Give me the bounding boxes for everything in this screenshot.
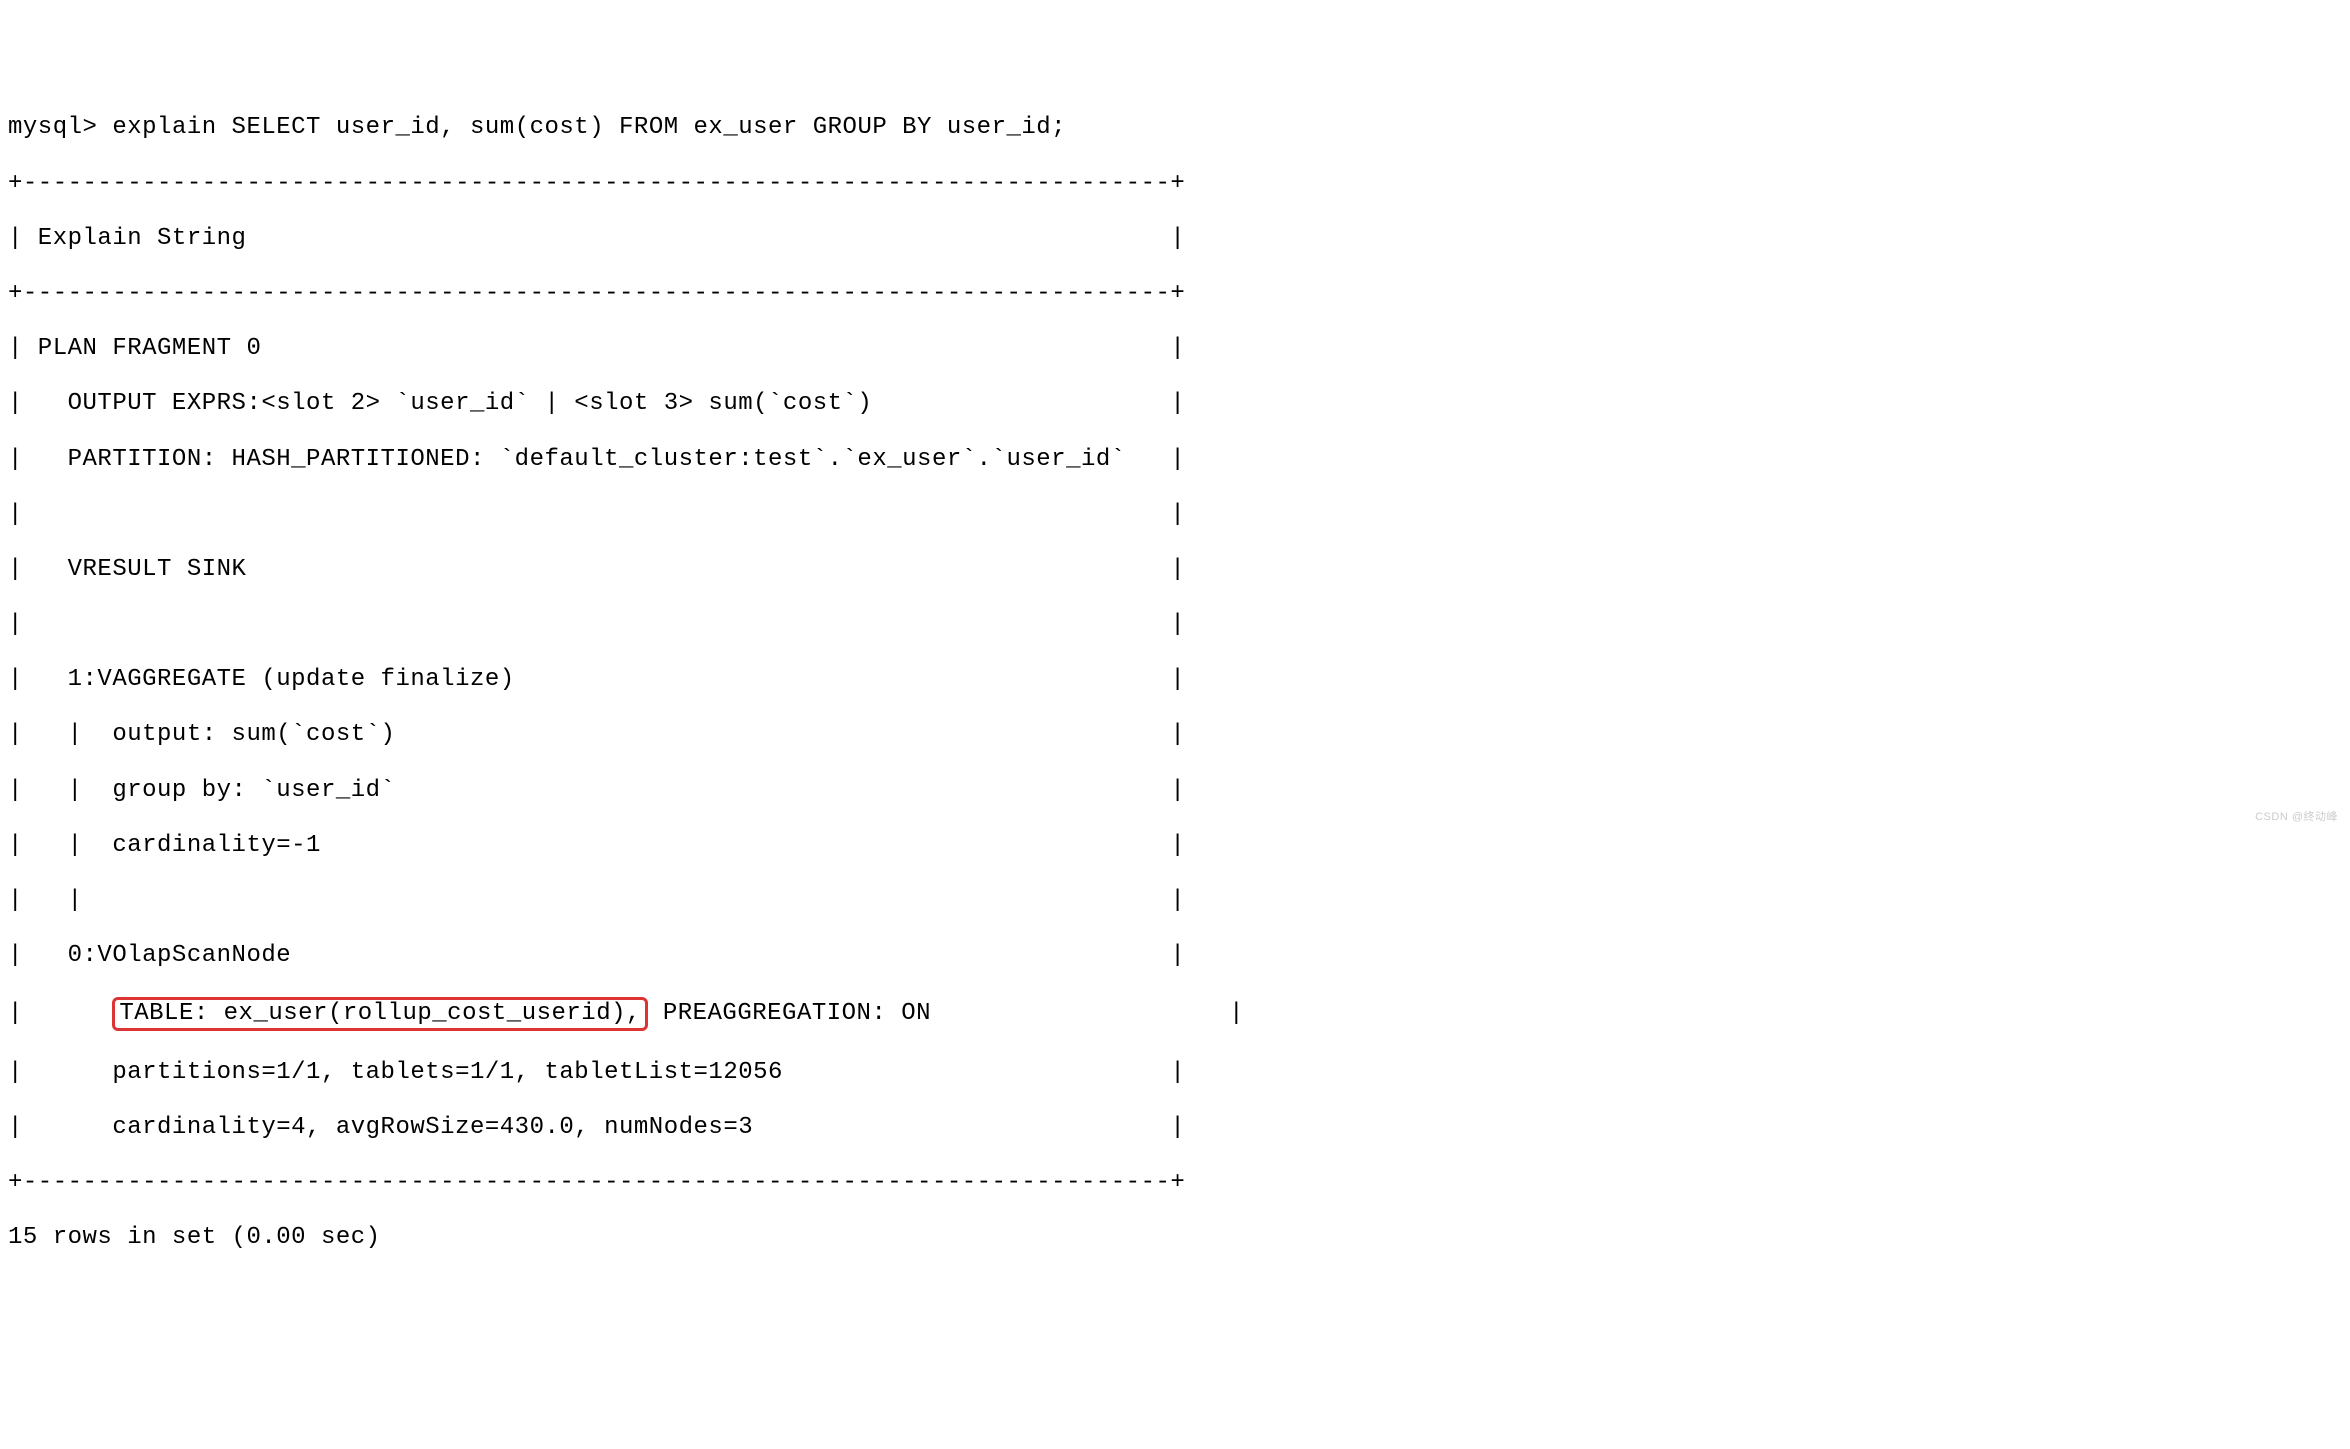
table-border-mid: +---------------------------------------… bbox=[8, 280, 2342, 308]
volapscannode: | 0:VOlapScanNode | bbox=[8, 942, 2342, 970]
plan-fragment: | PLAN FRAGMENT 0 | bbox=[8, 335, 2342, 363]
output-sum: | | output: sum(`cost`) | bbox=[8, 721, 2342, 749]
table-rollup-line: | TABLE: ex_user(rollup_cost_userid), PR… bbox=[8, 997, 2342, 1031]
output-exprs: | OUTPUT EXPRS:<slot 2> `user_id` | <slo… bbox=[8, 390, 2342, 418]
highlighted-table-rollup: TABLE: ex_user(rollup_cost_userid), bbox=[112, 997, 648, 1031]
vaggregate: | 1:VAGGREGATE (update finalize) | bbox=[8, 666, 2342, 694]
partition: | PARTITION: HASH_PARTITIONED: `default_… bbox=[8, 446, 2342, 474]
prompt: mysql> bbox=[8, 114, 112, 141]
partitions-tablets: | partitions=1/1, tablets=1/1, tabletLis… bbox=[8, 1059, 2342, 1087]
blank-row: | | bbox=[8, 501, 2342, 529]
watermark: CSDN @终动峰 bbox=[2255, 811, 2338, 824]
table-border-bottom: +---------------------------------------… bbox=[8, 1169, 2342, 1197]
cardinality-1: | | cardinality=-1 | bbox=[8, 832, 2342, 860]
line-prefix: | bbox=[8, 1000, 112, 1027]
table-border-top: +---------------------------------------… bbox=[8, 170, 2342, 198]
cardinality-rowsize: | cardinality=4, avgRowSize=430.0, numNo… bbox=[8, 1114, 2342, 1142]
blank-row: | | bbox=[8, 611, 2342, 639]
vresult-sink: | VRESULT SINK | bbox=[8, 556, 2342, 584]
table-header: | Explain String | bbox=[8, 225, 2342, 253]
tree-branch: | | | bbox=[8, 887, 2342, 915]
command-line: mysql> explain SELECT user_id, sum(cost)… bbox=[8, 114, 2342, 142]
group-by: | | group by: `user_id` | bbox=[8, 777, 2342, 805]
sql-command: explain SELECT user_id, sum(cost) FROM e… bbox=[112, 114, 1066, 141]
result-status: 15 rows in set (0.00 sec) bbox=[8, 1224, 2342, 1252]
line-suffix: PREAGGREGATION: ON | bbox=[648, 1000, 1244, 1027]
